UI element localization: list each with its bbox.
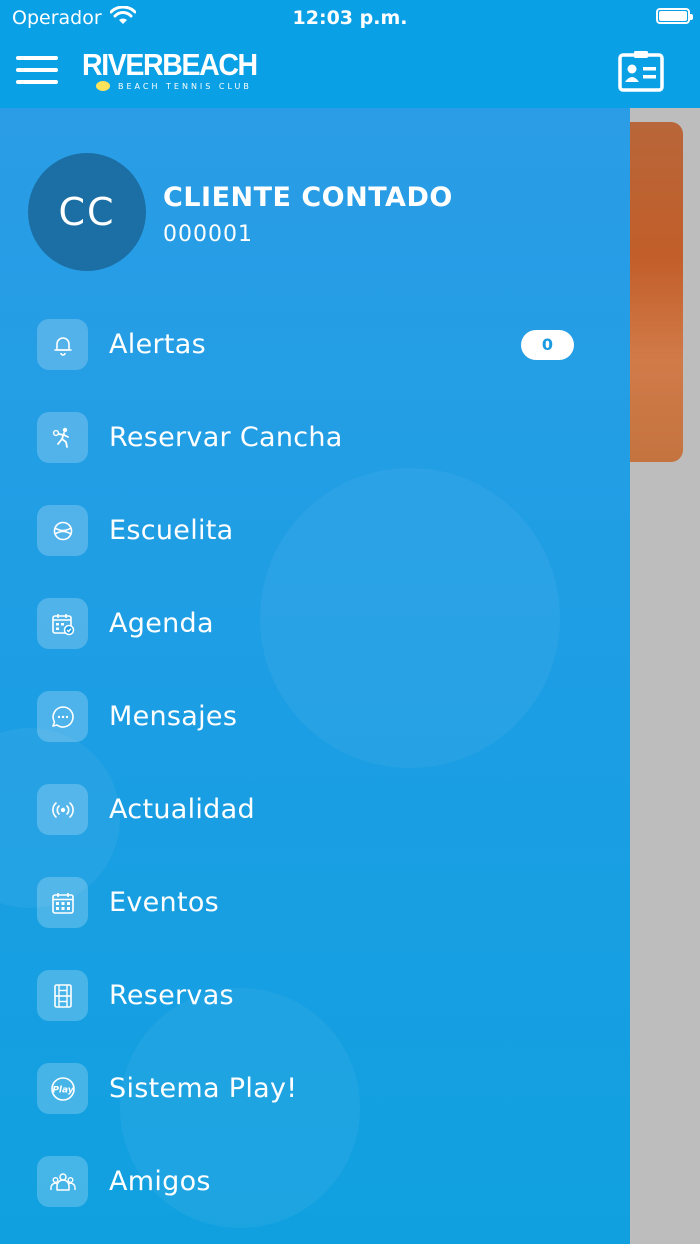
menu-item-escuelita[interactable]: Escuelita <box>0 484 630 577</box>
play-icon-text: Play <box>52 1085 74 1095</box>
chat-bubble-icon <box>37 691 88 742</box>
menu-item-alertas[interactable]: Alertas 0 <box>0 298 630 391</box>
friends-icon <box>37 1156 88 1207</box>
menu-item-reservar-cancha[interactable]: Reservar Cancha <box>0 391 630 484</box>
status-bar: Operador 12:03 p.m. <box>0 0 700 36</box>
menu-item-reservas[interactable]: Reservas <box>0 949 630 1042</box>
menu-hamburger-icon[interactable] <box>16 56 58 86</box>
calendar-grid-icon <box>37 877 88 928</box>
app-logo: RIVERBEACH BEACH TENNIS CLUB <box>82 47 272 91</box>
court-icon <box>37 970 88 1021</box>
menu-item-label: Actualidad <box>109 794 255 825</box>
ball-icon <box>37 505 88 556</box>
menu-item-label: Amigos <box>109 1166 211 1197</box>
menu-item-eventos[interactable]: Eventos <box>0 856 630 949</box>
menu-item-sistema-play[interactable]: Play Sistema Play! <box>0 1042 630 1135</box>
menu-item-label: Alertas <box>109 329 206 360</box>
menu-item-mensajes[interactable]: Mensajes <box>0 670 630 763</box>
calendar-check-icon <box>37 598 88 649</box>
menu-item-agenda[interactable]: Agenda <box>0 577 630 670</box>
side-drawer: CC CLIENTE CONTADO 000001 Alertas 0 Rese… <box>0 108 630 1244</box>
alerts-count-badge: 0 <box>521 329 574 360</box>
menu-item-label: Sistema Play! <box>109 1073 298 1104</box>
menu-item-label: Reservas <box>109 980 234 1011</box>
id-card-icon[interactable] <box>618 50 664 92</box>
broadcast-icon <box>37 784 88 835</box>
logo-wordmark: RIVERBEACH <box>82 47 258 82</box>
menu-item-label: Reservar Cancha <box>109 422 343 453</box>
logo-tagline: BEACH TENNIS CLUB <box>118 82 252 91</box>
tennis-player-icon <box>37 412 88 463</box>
bell-icon <box>37 319 88 370</box>
tennis-ball-icon <box>96 81 110 91</box>
menu-item-amigos[interactable]: Amigos <box>0 1135 630 1228</box>
play-icon: Play <box>37 1063 88 1114</box>
menu-item-label: Agenda <box>109 608 214 639</box>
menu-item-label: Eventos <box>109 887 220 918</box>
status-time: 12:03 p.m. <box>292 7 408 29</box>
user-name: CLIENTE CONTADO <box>163 182 453 213</box>
user-id: 000001 <box>163 222 253 247</box>
app-header: RIVERBEACH BEACH TENNIS CLUB <box>0 36 700 108</box>
menu-item-actualidad[interactable]: Actualidad <box>0 763 630 856</box>
battery-icon <box>656 8 693 24</box>
menu-item-label: Escuelita <box>109 515 234 546</box>
menu-item-label: Mensajes <box>109 701 238 732</box>
avatar[interactable]: CC <box>28 153 146 271</box>
